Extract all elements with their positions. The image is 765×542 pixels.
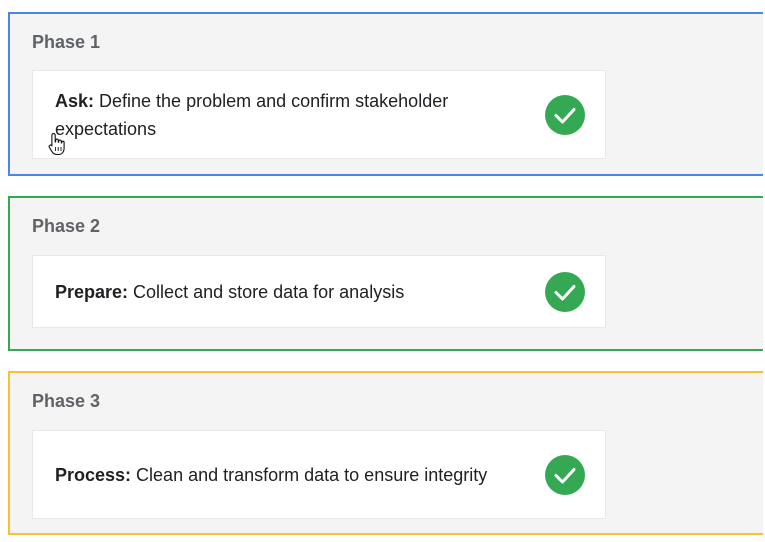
phase-2-panel: Phase 2 Prepare: Collect and store data …	[8, 196, 763, 351]
phase-1-card[interactable]: Ask: Define the problem and confirm stak…	[32, 70, 606, 159]
phase-3-card-text: Process: Clean and transform data to ens…	[55, 461, 515, 489]
phase-1-term: Ask:	[55, 90, 95, 111]
phase-2-term: Prepare:	[55, 281, 129, 302]
check-circle-icon	[545, 271, 585, 312]
phase-1-description: Define the problem and confirm stakehold…	[55, 90, 449, 139]
phase-2-label: Phase 2	[32, 216, 101, 236]
phase-3-description: Clean and transform data to ensure integ…	[131, 464, 488, 485]
check-circle-icon	[545, 94, 585, 135]
phase-3-term: Process:	[55, 464, 132, 485]
phase-3-panel: Phase 3 Process: Clean and transform dat…	[8, 371, 763, 535]
phase-2-card[interactable]: Prepare: Collect and store data for anal…	[32, 255, 606, 328]
phase-1-card-text: Ask: Define the problem and confirm stak…	[55, 87, 515, 143]
phase-1-panel: Phase 1 Ask: Define the problem and conf…	[8, 12, 763, 176]
phase-3-label: Phase 3	[32, 391, 101, 411]
phase-2-description: Collect and store data for analysis	[128, 281, 405, 302]
phase-2-card-text: Prepare: Collect and store data for anal…	[55, 278, 515, 306]
phase-3-card[interactable]: Process: Clean and transform data to ens…	[32, 430, 606, 519]
phase-1-label: Phase 1	[32, 32, 101, 52]
check-circle-icon	[545, 454, 585, 495]
hand-pointer-icon	[48, 132, 66, 156]
